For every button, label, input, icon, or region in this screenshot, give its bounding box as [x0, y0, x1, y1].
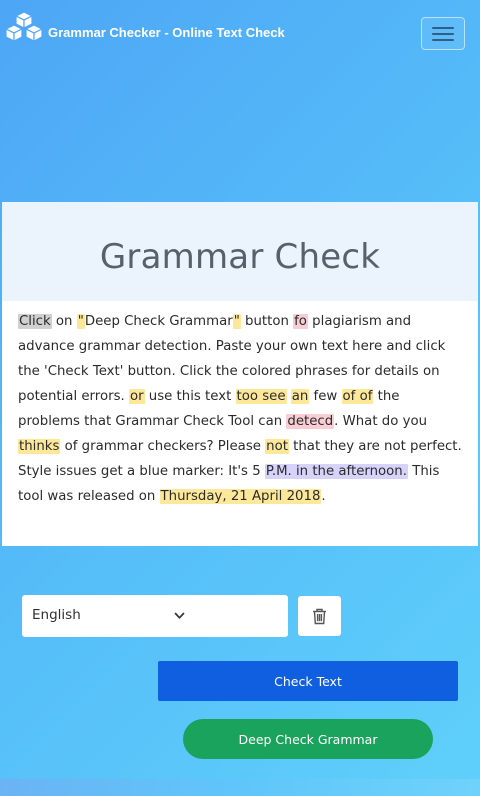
- text-segment: few: [309, 389, 342, 404]
- check-text-button[interactable]: Check Text: [158, 661, 458, 701]
- deep-check-grammar-button[interactable]: Deep Check Grammar: [183, 719, 433, 759]
- language-select[interactable]: English: [22, 595, 288, 637]
- issue-marker-yellow[interactable]: ": [232, 314, 241, 329]
- issue-marker-yellow[interactable]: an: [290, 389, 310, 404]
- issue-marker-pink[interactable]: fo: [293, 314, 308, 329]
- issue-marker-yellow[interactable]: thinks: [18, 439, 61, 454]
- issue-marker-pink[interactable]: detecd: [286, 414, 335, 429]
- issue-marker-yellow[interactable]: not: [265, 439, 289, 454]
- issue-marker-yellow[interactable]: too see: [235, 389, 287, 404]
- issue-marker-blue[interactable]: P.M. in the afternoon.: [264, 464, 408, 479]
- text-segment: . What do you: [334, 414, 428, 429]
- cubes-logo-icon[interactable]: [4, 11, 44, 43]
- issue-marker-yellow[interactable]: of of: [341, 389, 374, 404]
- issue-marker-yellow[interactable]: or: [128, 389, 145, 404]
- page-title: Grammar Check: [99, 236, 381, 277]
- top-navbar: Grammar Checker - Online Text Check: [0, 0, 480, 66]
- text-editor[interactable]: Click on "Deep Check Grammar" button fo …: [2, 301, 478, 509]
- text-segment: on: [51, 314, 77, 329]
- card-header: Grammar Check: [2, 202, 478, 301]
- bottom-strip: [0, 779, 480, 796]
- clear-text-button[interactable]: [298, 596, 341, 636]
- text-segment: .: [321, 489, 326, 504]
- text-segment: Deep Check Grammar: [84, 314, 233, 329]
- chevron-down-icon: [174, 612, 185, 619]
- text-segment: of grammar checkers? Please: [60, 439, 266, 454]
- issue-marker-yellow[interactable]: Thursday, 21 April 2018: [159, 489, 322, 504]
- grammar-check-card: Grammar Check Click on "Deep Check Gramm…: [2, 202, 478, 546]
- issue-marker-yellow[interactable]: ": [76, 314, 85, 329]
- hamburger-menu-icon: [432, 27, 454, 29]
- site-title[interactable]: Grammar Checker - Online Text Check: [48, 25, 285, 40]
- issue-marker-gray[interactable]: Click: [18, 314, 52, 329]
- text-segment: use this text: [144, 389, 236, 404]
- language-selected-value: English: [32, 607, 81, 623]
- trash-icon: [313, 608, 326, 624]
- text-segment: button: [240, 314, 294, 329]
- hamburger-menu-button[interactable]: [421, 17, 465, 50]
